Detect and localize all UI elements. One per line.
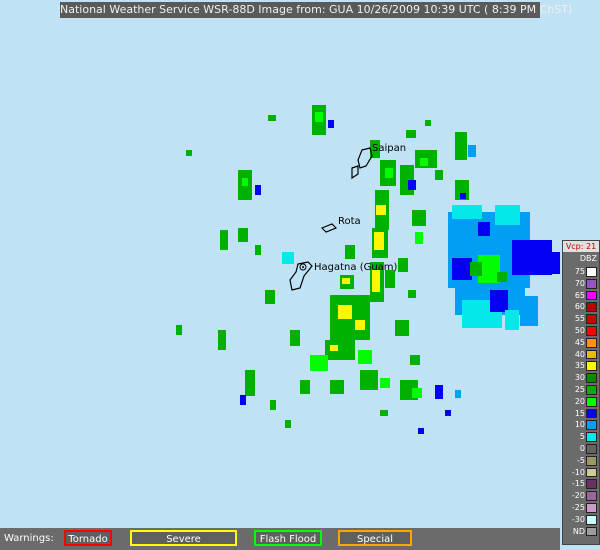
legend-level-label: 25 [574,385,585,394]
legend-level-row: 75 [563,266,599,278]
legend-level-swatch [586,408,597,419]
tinian-outline [351,165,359,180]
legend-level-row: -30 [563,514,599,526]
legend-level-row: -10 [563,467,599,479]
legend-level-swatch [586,337,597,348]
legend-level-label: -25 [571,503,585,512]
legend-level-label: 35 [574,361,585,371]
legend-level-label: 50 [574,326,585,335]
legend-level-swatch [586,314,597,324]
legend-level-row: -15 [563,478,599,490]
legend-level-label: 10 [574,420,585,430]
dbz-legend: Vcp: 21 DBZ 75 70 65 60 55 50 45 40 35 30 25 20 15 10… [562,240,600,545]
legend-level-row: 50 [563,325,599,337]
legend-level-swatch [586,526,597,537]
legend-level-row: -25 [563,502,599,514]
legend-level-swatch [586,467,597,478]
legend-level-swatch [586,385,597,395]
eastern-echo-complex [448,205,560,330]
legend-level-row: 0 [563,443,599,455]
warning-special-marine[interactable]: Special Marine [338,530,412,546]
guam-outline [289,261,313,291]
legend-level-row: -5 [563,455,599,467]
legend-level-label: 30 [574,373,585,383]
warning-severe-thunderstorm[interactable]: Severe Thunderstorm [130,530,237,546]
radar-frame: National Weather Service WSR-88D Image f… [0,0,600,550]
legend-level-label: -15 [571,479,585,489]
legend-level-row: 5 [563,431,599,443]
legend-level-swatch [586,420,597,431]
legend-level-label: 45 [574,337,585,347]
legend-level-swatch [586,514,597,525]
legend-level-label: 60 [574,302,585,312]
legend-level-swatch [586,302,597,313]
warnings-label: Warnings: [4,533,54,544]
legend-level-label: -5 [577,455,585,465]
image-title-bar: National Weather Service WSR-88D Image f… [60,2,573,18]
legend-level-row: 35 [563,360,599,372]
legend-level-row: ND [563,526,599,538]
legend-level-swatch [586,267,597,277]
legend-level-row: 45 [563,337,599,349]
legend-level-label: 70 [574,278,585,288]
label-hagatna: Hagatna (Guam) [314,262,398,273]
radar-site-marker [299,263,307,271]
warning-flash-flood[interactable]: Flash Flood [254,530,322,546]
legend-level-label: 65 [574,290,585,300]
legend-level-row: 25 [563,384,599,396]
legend-level-label: 40 [574,349,585,359]
legend-level-row: 70 [563,278,599,290]
legend-level-swatch [586,479,597,490]
legend-level-label: 55 [574,314,585,324]
legend-level-label: 15 [574,408,585,418]
legend-level-swatch [586,373,597,383]
legend-level-row: 15 [563,408,599,420]
warnings-bar: Warnings: Tornado Severe Thunderstorm Fl… [0,528,560,550]
rota-outline [320,223,338,233]
legend-level-swatch [586,349,597,360]
legend-unit: DBZ [579,254,597,263]
legend-level-row: 20 [563,396,599,408]
legend-level-swatch [586,444,597,454]
label-rota: Rota [338,216,361,227]
legend-level-label: 20 [574,396,585,406]
legend-level-label: 0 [579,444,585,453]
legend-level-swatch [586,290,597,301]
legend-level-swatch [586,503,597,513]
legend-level-row: 30 [563,372,599,384]
legend-level-label: -30 [571,514,585,524]
legend-level-label: -20 [571,491,585,501]
legend-level-swatch [586,455,597,466]
radar-map [176,105,560,434]
legend-level-row: 40 [563,349,599,361]
legend-level-swatch [586,361,597,372]
label-saipan: Saipan [372,143,407,154]
legend-level-label: -10 [571,467,585,477]
legend-level-swatch [586,491,597,501]
legend-level-label: ND [572,526,585,536]
legend-level-swatch [586,278,597,289]
legend-level-label: 75 [574,267,585,276]
southeast-echoes [380,320,461,434]
western-echoes [176,115,310,428]
legend-level-row: 60 [563,301,599,313]
legend-level-row: 55 [563,313,599,325]
legend-level-row: 10 [563,419,599,431]
legend-level-row: 65 [563,290,599,302]
legend-level-label: 5 [579,432,585,442]
legend-level-swatch [586,396,597,407]
legend-level-row: -20 [563,490,599,502]
legend-level-swatch [586,432,597,442]
saipan-outline [357,147,373,169]
legend-vcp: Vcp: 21 [563,241,599,252]
warning-tornado[interactable]: Tornado [64,530,112,546]
legend-level-swatch [586,326,597,336]
